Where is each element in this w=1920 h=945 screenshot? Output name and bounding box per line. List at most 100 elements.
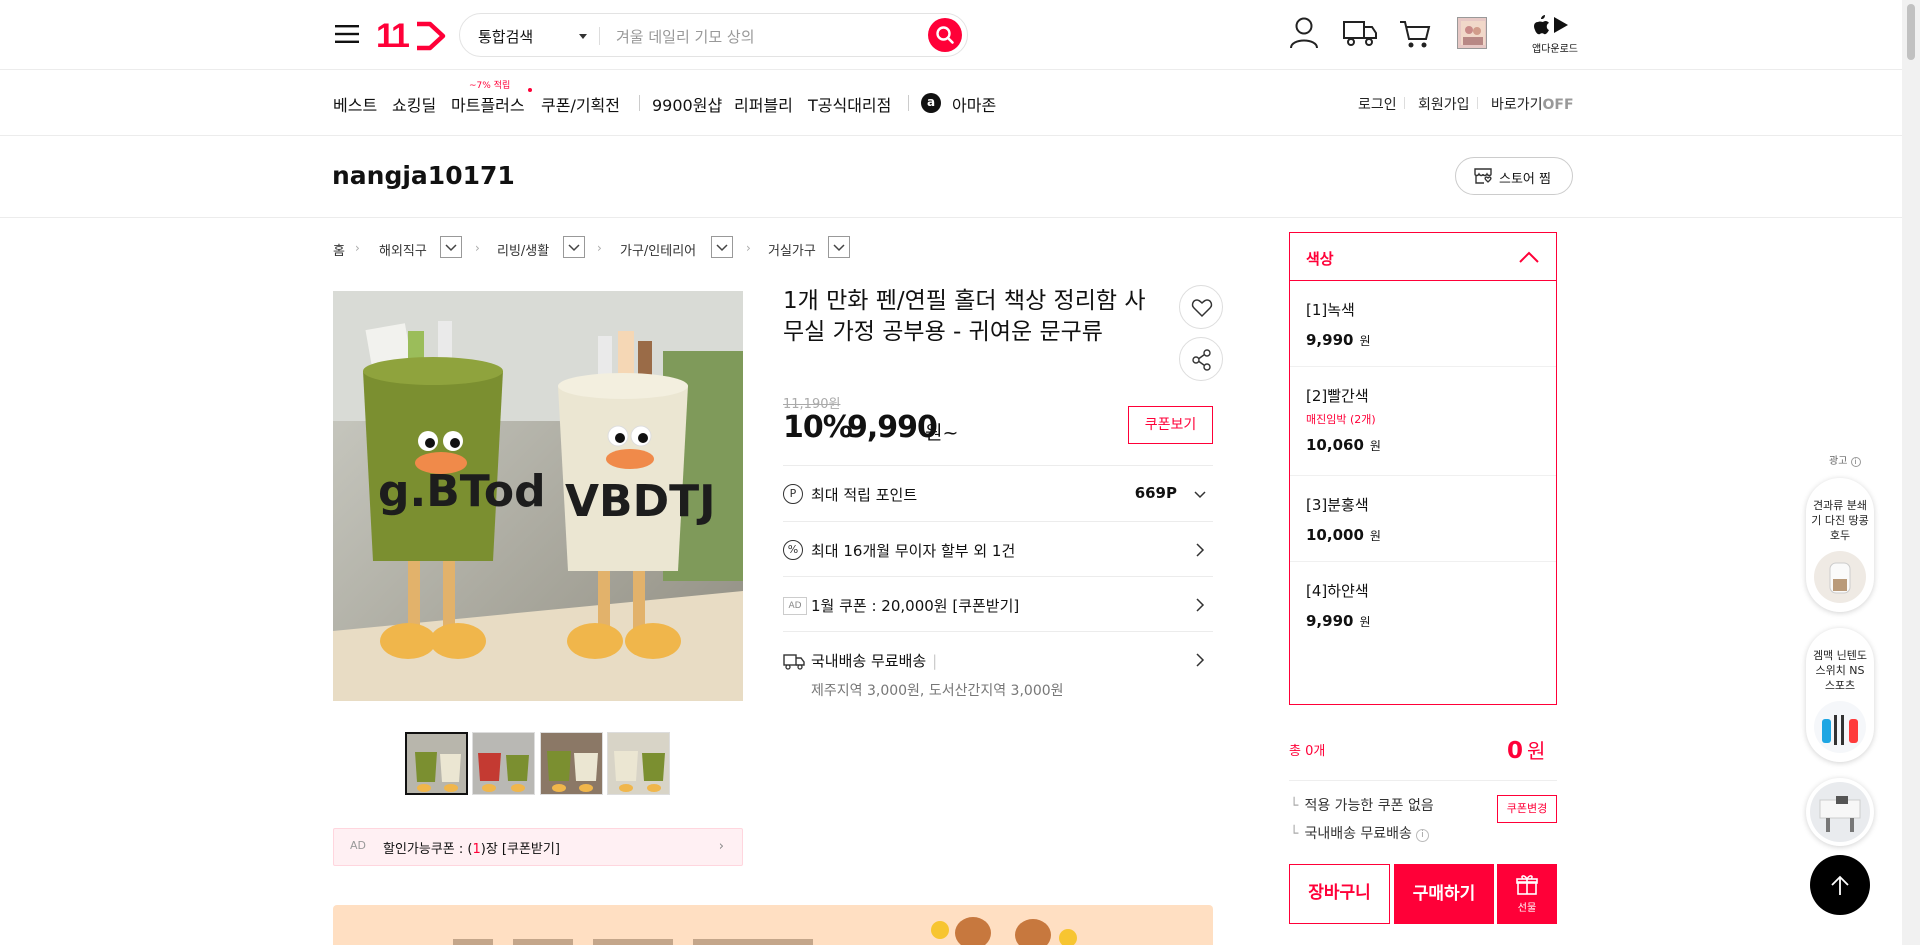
breadcrumb-item[interactable]: 가구/인테리어 bbox=[620, 240, 696, 259]
ad-card[interactable] bbox=[1806, 778, 1874, 846]
installment-row[interactable]: % 최대 16개월 무이자 할부 외 1건 bbox=[783, 521, 1213, 576]
store-follow-label: 스토어 찜 bbox=[1499, 172, 1551, 187]
breadcrumb-item[interactable]: 리빙/생활 bbox=[497, 240, 549, 259]
delivery-truck-icon[interactable] bbox=[1342, 18, 1378, 48]
shipping-label: 국내배송 무료배송 | bbox=[811, 652, 938, 670]
breadcrumb-item[interactable]: 거실가구 bbox=[768, 240, 816, 259]
global-nav: 베스트 쇼킹딜 ~7% 적립 마트플러스 쿠폰/기획전 9900원샵 리퍼블리 … bbox=[0, 70, 1902, 136]
site-logo[interactable]: 11 bbox=[376, 17, 447, 56]
recent-product-thumbnail[interactable] bbox=[1457, 17, 1487, 49]
store-name[interactable]: nangja10171 bbox=[332, 161, 515, 190]
add-to-cart-button[interactable]: 장바구니 bbox=[1289, 864, 1390, 924]
breadcrumb-item[interactable]: 해외직구 bbox=[379, 240, 427, 259]
option-header[interactable]: 색상 bbox=[1290, 233, 1556, 281]
amazon-icon[interactable]: a bbox=[921, 93, 941, 113]
breadcrumb-dropdown[interactable] bbox=[440, 236, 462, 258]
thumbnail[interactable] bbox=[540, 732, 603, 795]
color-option-list: 색상 [1]녹색 9,990 원 [2]빨간색 매진임박 (2개) 10,060 원… bbox=[1289, 232, 1557, 705]
nav-refurbly[interactable]: 리퍼블리 bbox=[734, 92, 793, 116]
svg-text:g.BTod: g.BTod bbox=[378, 466, 546, 517]
cart-icon[interactable] bbox=[1398, 18, 1432, 50]
discount-coupon-banner[interactable]: AD 할인가능쿠폰 : (1)장 [쿠폰받기] › bbox=[333, 828, 743, 866]
gift-button[interactable]: 선물 bbox=[1497, 864, 1557, 924]
divider bbox=[1289, 780, 1557, 781]
shipping-row[interactable]: 국내배송 무료배송 | 제주지역 3,000원, 도서산간지역 3,000원 bbox=[783, 631, 1213, 713]
buy-now-button[interactable]: 구매하기 bbox=[1394, 864, 1494, 924]
shortcut-toggle[interactable]: 바로가기OFF bbox=[1491, 94, 1574, 114]
breadcrumb-dropdown[interactable] bbox=[828, 236, 850, 258]
ad-coupon-label: 1월 쿠폰 : 20,000원 [쿠폰받기] bbox=[811, 597, 1020, 615]
price-unit: 원~ bbox=[925, 422, 959, 444]
nav-best[interactable]: 베스트 bbox=[333, 92, 377, 116]
chevron-down-icon[interactable] bbox=[579, 34, 587, 39]
thumbnail[interactable] bbox=[405, 732, 468, 795]
app-store-icons[interactable] bbox=[1532, 14, 1572, 36]
signup-link[interactable]: 회원가입 bbox=[1418, 94, 1470, 114]
breadcrumb-home[interactable]: 홈 bbox=[333, 240, 345, 259]
info-icon[interactable]: i bbox=[1415, 829, 1429, 842]
scrollbar-thumb[interactable] bbox=[1907, 4, 1915, 60]
search-input[interactable]: 겨울 데일리 기모 상의 bbox=[616, 26, 755, 47]
search-button[interactable] bbox=[928, 18, 962, 52]
search-category-select[interactable]: 통합검색 bbox=[478, 26, 533, 47]
ad-coupon-row[interactable]: AD 1월 쿠폰 : 20,000원 [쿠폰받기] bbox=[783, 576, 1213, 631]
chevron-right-icon: › bbox=[597, 241, 602, 255]
point-row[interactable]: P 최대 적립 포인트 669P bbox=[783, 465, 1213, 521]
shipping-extra: 제주지역 3,000원, 도서산간지역 3,000원 bbox=[811, 683, 1064, 699]
nav-shocking-deal[interactable]: 쇼킹딜 bbox=[392, 92, 436, 116]
scroll-to-top-button[interactable] bbox=[1810, 855, 1870, 915]
breadcrumb-dropdown[interactable] bbox=[711, 236, 733, 258]
gift-label: 선물 bbox=[1517, 903, 1537, 914]
nav-t-official[interactable]: T공식대리점 bbox=[808, 92, 891, 116]
point-icon: P bbox=[783, 484, 803, 504]
product-main-image[interactable]: g.BTod VBDTJ bbox=[333, 291, 743, 701]
ad-card-image bbox=[1814, 701, 1866, 753]
chevron-right-icon: › bbox=[718, 839, 724, 854]
top-header: 11 통합검색 겨울 데일리 기모 상의 앱다운로드 bbox=[0, 0, 1902, 70]
search-icon bbox=[936, 26, 954, 44]
divider bbox=[639, 95, 640, 111]
search-bar: 통합검색 겨울 데일리 기모 상의 bbox=[459, 13, 968, 57]
nav-coupon-event[interactable]: 쿠폰/기획전 bbox=[541, 92, 620, 116]
nav-9900-shop[interactable]: 9900원샵 bbox=[652, 92, 722, 116]
share-button[interactable] bbox=[1179, 337, 1223, 381]
installment-label: 최대 16개월 무이자 할부 외 1건 bbox=[811, 542, 1016, 560]
thumbnail[interactable] bbox=[607, 732, 670, 795]
option-item[interactable]: [1]녹색 9,990 원 bbox=[1290, 281, 1556, 367]
coupon-change-button[interactable]: 쿠폰변경 bbox=[1497, 795, 1557, 823]
promo-banner[interactable] bbox=[333, 905, 1213, 945]
login-link[interactable]: 로그인 bbox=[1358, 94, 1397, 114]
ad-card-image bbox=[1814, 551, 1866, 603]
chevron-right-icon bbox=[1196, 598, 1205, 612]
chevron-right-icon: › bbox=[475, 241, 480, 255]
percent-icon: % bbox=[783, 540, 803, 560]
nav-amazon[interactable]: 아마존 bbox=[952, 92, 996, 116]
app-download-label[interactable]: 앱다운로드 bbox=[1532, 40, 1578, 55]
user-icon[interactable] bbox=[1288, 16, 1320, 50]
ad-card[interactable]: 겜맥 닌텐도 스위치 NS 스포츠 bbox=[1806, 628, 1874, 762]
menu-icon[interactable] bbox=[333, 20, 361, 48]
ad-card-image bbox=[1810, 782, 1870, 842]
wishlist-button[interactable] bbox=[1179, 285, 1223, 329]
thumbnail[interactable] bbox=[472, 732, 535, 795]
option-item[interactable]: [3]분홍색 10,000 원 bbox=[1290, 476, 1556, 562]
coupon-view-button[interactable]: 쿠폰보기 bbox=[1128, 406, 1213, 444]
shortcut-state: OFF bbox=[1542, 97, 1574, 113]
store-icon bbox=[1474, 168, 1492, 184]
discount-rate: 10% bbox=[783, 410, 853, 445]
chevron-down-icon bbox=[1194, 491, 1206, 499]
ad-label: 광고 i bbox=[1829, 452, 1861, 467]
nav-mart-plus[interactable]: 마트플러스 bbox=[451, 92, 525, 116]
sale-price: 9,990 bbox=[847, 410, 938, 445]
ad-card[interactable]: 견과류 분쇄기 다진 땅콩 호두 bbox=[1806, 478, 1874, 612]
divider bbox=[1404, 97, 1405, 109]
option-item[interactable]: [4]하얀색 9,990 원 bbox=[1290, 562, 1556, 648]
store-follow-button[interactable]: 스토어 찜 bbox=[1455, 157, 1573, 195]
option-item[interactable]: [2]빨간색 매진임박 (2개) 10,060 원 bbox=[1290, 367, 1556, 476]
option-name: [1]녹색 bbox=[1306, 301, 1355, 319]
divider bbox=[599, 27, 600, 45]
share-icon bbox=[1192, 349, 1211, 371]
scrollbar[interactable] bbox=[1902, 0, 1920, 945]
breadcrumb-dropdown[interactable] bbox=[563, 236, 585, 258]
svg-text:VBDTJ: VBDTJ bbox=[565, 476, 716, 527]
